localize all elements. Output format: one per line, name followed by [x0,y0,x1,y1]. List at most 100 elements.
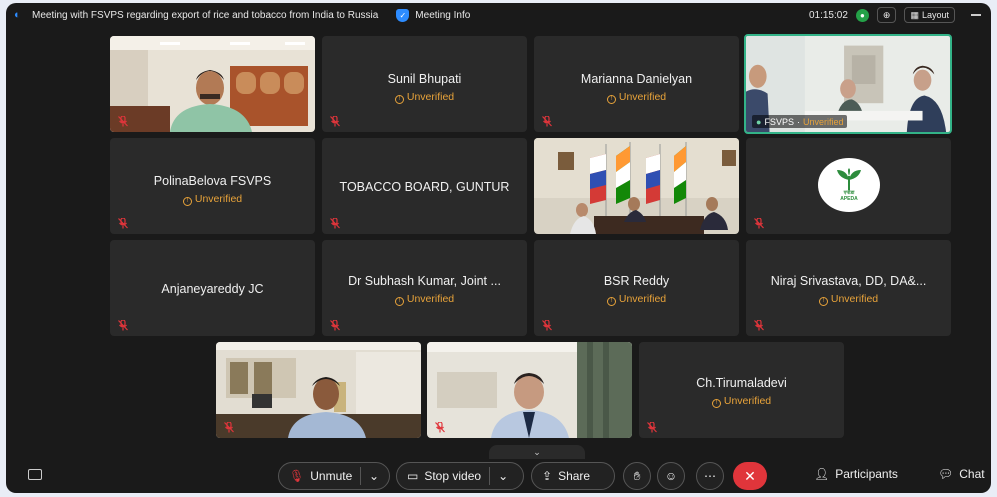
video-tile-office[interactable] [110,36,315,132]
collapse-tray-button[interactable]: ⌄ [489,445,585,459]
chevron-down-icon[interactable]: ⌄ [369,469,379,483]
video-tile-sunil[interactable]: Sunil Bhupati ! Unverified [322,36,527,132]
meeting-timer: 01:15:02 [808,9,848,21]
participants-button[interactable]: 👤︎ Participants [814,467,898,481]
stop-video-button[interactable]: ▭ Stop video ⌄ [396,462,524,490]
muted-mic-icon [330,320,340,331]
zoom-icon: ⊕ [882,9,891,20]
connection-status-icon[interactable]: ● [855,8,869,22]
participant-name: TOBACCO BOARD, GUNTUR [339,180,510,194]
video-tile-niraj[interactable]: Niraj Srivastava, DD, DA&... ! Unverified [746,240,951,336]
verification-status: ! Unverified [639,395,844,408]
close-icon: ✕ [744,467,756,484]
warning-icon: ! [606,297,616,306]
participant-name: Marianna Danielyan [580,72,693,86]
more-options-icon[interactable]: ⋯ [696,462,724,490]
meeting-title: Meeting with FSVPS regarding export of r… [32,9,379,21]
verification-status: ! Unverified [534,293,739,306]
webex-logo-icon: ◐ [14,9,21,21]
video-camera-icon: ▭ [407,469,419,483]
muted-mic-icon [118,116,128,127]
layout-label: Layout [921,10,949,20]
mic-icon: ● [756,116,762,127]
video-tile-subhash[interactable]: Dr Subhash Kumar, Joint ... ! Unverified [322,240,527,336]
warning-icon: ! [711,399,721,408]
apeda-logo: एपीडा APEDA [818,158,880,212]
participant-name: Sunil Bhupati [387,72,462,86]
unmute-button[interactable]: 🎙︎ Unmute ⌄ [278,462,390,490]
muted-mic-icon [542,116,552,127]
muted-mic-icon [647,422,657,433]
video-tile-marianna[interactable]: Marianna Danielyan ! Unverified [534,36,739,132]
muted-mic-icon [330,218,340,229]
meeting-info-link[interactable]: Meeting Info [415,10,470,21]
participant-name-overlay: ● FSVPS · Unverified [752,115,848,128]
captions-icon[interactable] [28,469,42,480]
video-tile-apeda[interactable]: एपीडा APEDA [746,138,951,234]
mic-off-icon: 🎙︎ [289,469,305,483]
warning-icon: ! [818,297,828,306]
minimize-icon[interactable] [971,14,981,16]
video-tile-tirumala[interactable]: Ch.Tirumaladevi ! Unverified [639,342,844,438]
warning-icon: ! [182,197,192,206]
shield-icon[interactable]: ✓ [396,8,410,22]
participant-name: PolinaBelova FSVPS [153,174,272,188]
share-screen-icon: ⇪ [542,469,553,483]
muted-mic-icon [118,218,128,229]
chevron-down-icon: ⌄ [533,446,541,457]
person-icon: 👤︎ [814,467,830,481]
muted-mic-icon [330,116,340,127]
video-tile-person-office[interactable] [216,342,421,438]
muted-mic-icon [754,320,764,331]
verification-status: ! Unverified [746,293,951,306]
warning-icon: ! [394,297,404,306]
verification-status: ! Unverified [322,293,527,306]
meeting-window: ◐ Meeting with FSVPS regarding export of… [6,3,991,493]
stop-video-label: Stop video [424,469,482,483]
share-label: Share [558,469,591,483]
participant-name: Ch.Tirumaladevi [696,376,787,390]
control-bar: 🎙︎ Unmute ⌄ ▭ Stop video ⌄ ⇪ Share ✋︎ ☺ … [6,459,991,493]
muted-mic-icon [435,422,445,433]
layout-button[interactable]: ▦ Layout [904,7,955,23]
participant-video [427,342,632,438]
warning-icon: ! [394,95,404,104]
video-tile-anjaneya[interactable]: Anjaneyareddy JC [110,240,315,336]
participant-video [216,342,421,438]
video-tile-polina[interactable]: PolinaBelova FSVPS ! Unverified [110,138,315,234]
chevron-down-icon[interactable]: ⌄ [498,469,508,483]
chat-bubble-icon: 💬︎ [938,467,954,481]
chat-label: Chat [959,467,985,481]
chat-button[interactable]: 💬︎ Chat [938,467,985,481]
verification-status: Unverified [802,116,844,127]
participant-name: Niraj Srivastava, DD, DA&... [770,274,927,288]
video-tile-person-suit[interactable] [427,342,632,438]
raise-hand-icon[interactable]: ✋︎ [623,462,651,490]
participants-label: Participants [835,467,898,481]
verification-status: ! Unverified [534,91,739,104]
reactions-icon[interactable]: ☺ [657,462,685,490]
share-button[interactable]: ⇪ Share [531,462,615,490]
video-tile-fsvps[interactable]: ● FSVPS · Unverified [744,34,952,134]
video-tile-tobacco-board[interactable]: TOBACCO BOARD, GUNTUR [322,138,527,234]
participant-name: BSR Reddy [603,274,670,288]
participant-video [110,36,315,132]
title-bar: ◐ Meeting with FSVPS regarding export of… [6,3,991,27]
end-call-button[interactable]: ✕ [733,462,767,490]
zoom-button[interactable]: ⊕ [876,7,897,23]
layout-icon: ▦ [910,9,919,20]
participant-name: Dr Subhash Kumar, Joint ... [348,274,501,288]
verification-status: ! Unverified [322,91,527,104]
muted-mic-icon [542,320,552,331]
title-bar-right: 01:15:02 ● ⊕ ▦ Layout [809,3,981,27]
muted-mic-icon [754,218,764,229]
video-tile-bsr[interactable]: BSR Reddy ! Unverified [534,240,739,336]
verification-status: ! Unverified [110,193,315,206]
video-tile-conference-room[interactable] [534,138,739,234]
muted-mic-icon [224,422,234,433]
apeda-text: APEDA [840,196,858,202]
participant-video [534,138,739,234]
warning-icon: ! [606,95,616,104]
sprout-icon [837,168,861,190]
unmute-label: Unmute [310,469,353,483]
